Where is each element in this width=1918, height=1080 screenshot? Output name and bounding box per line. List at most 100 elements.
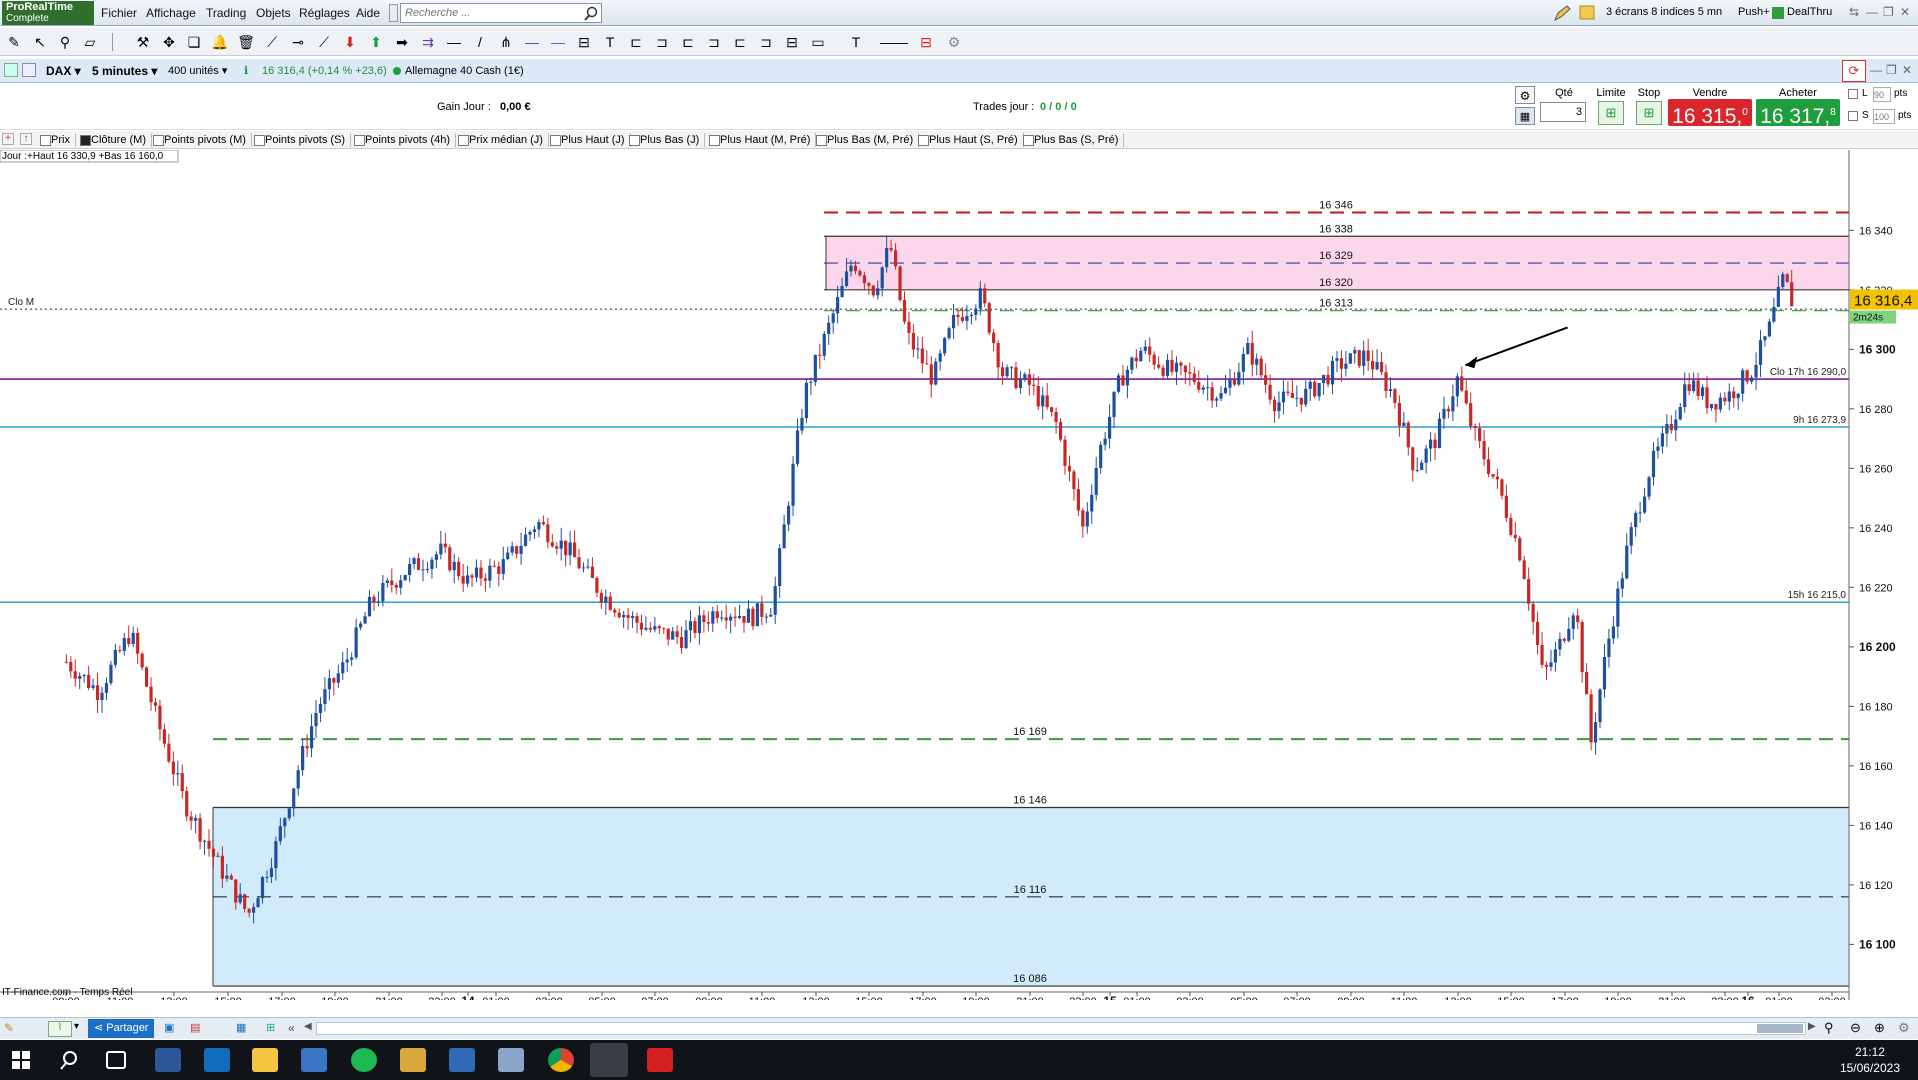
purple-line-icon[interactable]: — (522, 32, 542, 52)
pencil-icon[interactable] (1552, 4, 1572, 22)
system-clock[interactable]: 21:12 15/06/2023 (1840, 1044, 1900, 1076)
indicator-plus-bas-s-pre[interactable]: Plus Bas (S, Pré) (1021, 133, 1125, 147)
collapse-indicators-icon[interactable]: ↑ (20, 133, 32, 145)
calculator-app-icon[interactable] (449, 1048, 475, 1072)
s-checkbox[interactable] (1848, 111, 1858, 121)
indicator-plus-haut-m-pre[interactable]: Plus Haut (M, Pré) (707, 133, 817, 147)
symbol-selector[interactable]: DAX ▾ (46, 62, 81, 80)
line-points-tool-icon[interactable]: ⊸ (288, 32, 308, 52)
rectangle-tool-icon[interactable]: ⊏ (626, 32, 646, 52)
indicator-pivots-4h[interactable]: Points pivots (4h) (352, 133, 456, 147)
restore-icon[interactable]: ❐ (1883, 5, 1894, 19)
separator-line-icon[interactable]: —— (874, 32, 914, 52)
chart-settings-icon[interactable]: ⚙ (1898, 1020, 1910, 1036)
minimize-icon[interactable]: — (1866, 5, 1878, 19)
menu-reglages[interactable]: Réglages (299, 6, 350, 20)
text-tool-icon[interactable]: T (600, 32, 620, 52)
indicator-prix-median[interactable]: Prix médian (J) (456, 133, 549, 147)
chart-close-icon[interactable]: ✕ (1902, 63, 1912, 77)
units-selector[interactable]: 400 unités ▾ (168, 62, 227, 80)
label-tool-icon[interactable]: T (846, 32, 866, 52)
zoom-out-icon[interactable]: ⊖ (1850, 1020, 1861, 1036)
menu-aide[interactable]: Aide (356, 6, 380, 20)
link-mode-icon[interactable] (22, 63, 36, 77)
channel-tool-icon[interactable]: ⟋ (314, 32, 334, 52)
scroll-start-icon[interactable]: « (288, 1021, 295, 1035)
word-icon[interactable] (155, 1048, 181, 1072)
ellipse-tool-icon[interactable]: ⊐ (704, 32, 724, 52)
l-distance-input[interactable] (1873, 87, 1891, 102)
tools-icon[interactable]: ⚙ (1515, 86, 1535, 104)
layout-selector[interactable]: 3 écrans 8 indices 5 mn (1606, 6, 1722, 18)
qty-input[interactable] (1540, 102, 1586, 122)
price-range-icon[interactable]: ⊐ (652, 32, 672, 52)
horizontal-ray-icon[interactable]: ⇉ (418, 32, 438, 52)
add-indicator-icon[interactable]: + (2, 133, 14, 145)
dealthru-menu[interactable]: DealThru (1787, 6, 1832, 18)
pitchfork-icon[interactable]: ⊏ (730, 32, 750, 52)
chart-minimize-icon[interactable]: — (1870, 63, 1882, 77)
file-explorer-icon[interactable] (252, 1048, 278, 1072)
chart-type-icon[interactable]: ⌇ (48, 1021, 72, 1037)
info-icon[interactable]: ℹ (244, 62, 248, 80)
menu-objets[interactable]: Objets (256, 6, 291, 20)
s-distance-input[interactable] (1873, 109, 1895, 124)
push-plus-menu[interactable]: Push+ (1738, 6, 1770, 18)
scroll-left-icon[interactable]: ◀ (304, 1021, 312, 1032)
stop-order-button[interactable]: ⊞ (1636, 101, 1662, 125)
horizontal-scrollbar[interactable] (316, 1022, 1806, 1035)
pencil-bottom-icon[interactable]: ✎ (4, 1021, 22, 1037)
indicator-pivots-m[interactable]: Points pivots (M) (151, 133, 252, 147)
search-icon[interactable] (583, 6, 599, 22)
refresh-icon[interactable]: ⟳ (1842, 60, 1866, 82)
scroll-right-icon[interactable]: ▶ (1808, 1021, 1816, 1032)
zoom-fit-icon[interactable]: ⚲ (1824, 1020, 1834, 1036)
fibonacci-icon[interactable]: ⊟ (574, 32, 594, 52)
trendline-icon[interactable]: / (470, 32, 490, 52)
spotify-icon[interactable] (351, 1048, 377, 1072)
move-tool-icon[interactable]: ✥ (159, 32, 179, 52)
menu-trading[interactable]: Trading (206, 6, 246, 20)
search-input[interactable] (401, 4, 577, 22)
chart-type-dropdown[interactable]: ▾ (74, 1021, 79, 1032)
indicator-plus-bas-j[interactable]: Plus Bas (J) (627, 133, 706, 147)
fan-tool-icon[interactable]: ⋔ (496, 32, 516, 52)
pdf-reader-icon[interactable] (647, 1048, 673, 1072)
zoom-in-icon[interactable]: ⊕ (1874, 1020, 1885, 1036)
export-icon[interactable]: ▦ (236, 1021, 252, 1037)
sell-button[interactable]: 16 315,0 (1668, 99, 1752, 128)
indicator-plus-bas-m-pre[interactable]: Plus Bas (M, Pré) (814, 133, 920, 147)
measure-icon[interactable]: ⊟ (782, 32, 802, 52)
indicator-plus-haut-j[interactable]: Plus Haut (J) (548, 133, 631, 147)
close-icon[interactable]: ✕ (1900, 5, 1910, 19)
print-icon[interactable]: ▤ (190, 1021, 206, 1037)
l-checkbox[interactable] (1848, 89, 1858, 99)
buy-button[interactable]: 16 317,8 (1756, 99, 1840, 128)
share-button[interactable]: ⋖ Partager (88, 1019, 154, 1038)
copy-tool-icon[interactable]: ❏ (184, 32, 204, 52)
settings-gear-icon[interactable]: ⚙ (944, 32, 964, 52)
price-chart[interactable]: 16 346 16 338 16 329 16 320 16 313 16 169 16 1… (0, 150, 1918, 1000)
segment-tool-icon[interactable]: ⟋ (262, 32, 282, 52)
cursor-tool-icon[interactable]: ↖ (30, 32, 50, 52)
indicator-plus-haut-s-pre[interactable]: Plus Haut (S, Pré) (916, 133, 1024, 147)
scrollbar-thumb[interactable] (1757, 1024, 1803, 1033)
cycle-tool-icon[interactable]: ⊐ (756, 32, 776, 52)
horizontal-line-icon[interactable]: — (444, 32, 464, 52)
indicators-icon[interactable]: ⊞ (266, 1021, 282, 1037)
prorealtime-task-icon[interactable] (590, 1043, 628, 1077)
chart-restore-icon[interactable]: ❐ (1886, 63, 1897, 77)
alert-icon[interactable] (1578, 4, 1598, 22)
indicator-prix[interactable]: Prix (38, 133, 76, 147)
chart-mode-icon[interactable] (4, 63, 18, 77)
limit-order-button[interactable]: ⊞ (1598, 101, 1624, 125)
screenshot-icon[interactable]: ▣ (164, 1021, 180, 1037)
indicator-cloture-m[interactable]: Clôture (M) (78, 133, 153, 147)
trash-icon[interactable]: 🗑 (236, 32, 256, 52)
eraser-icon[interactable]: ▭ (808, 32, 828, 52)
taskbar-search-icon[interactable] (60, 1049, 82, 1071)
task-view-icon[interactable] (106, 1051, 126, 1069)
blue-line-icon[interactable]: — (548, 32, 568, 52)
search-scope-toggle[interactable] (389, 4, 398, 22)
delete-objects-icon[interactable]: ⊟ (916, 32, 936, 52)
